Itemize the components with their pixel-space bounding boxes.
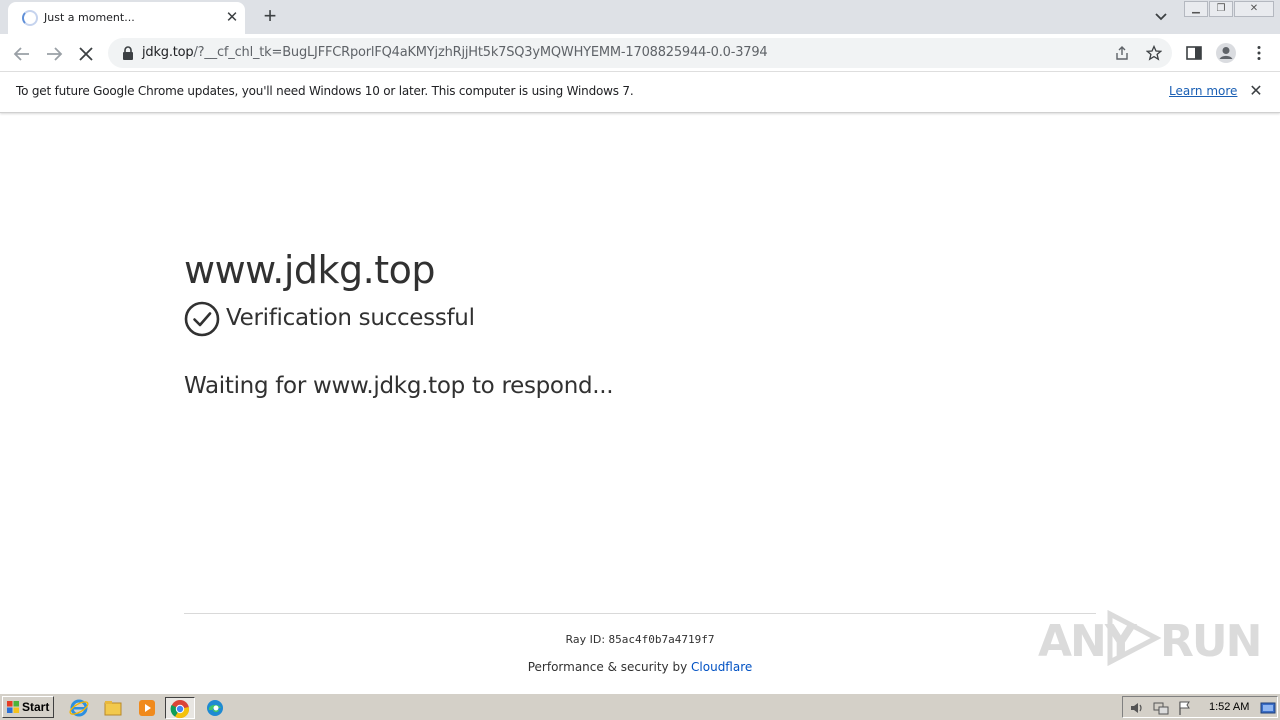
browser-toolbar: jdkg.top/?__cf_chl_tk=BugLJFFCRporlFQ4aK… [0,34,1280,72]
internet-explorer-icon[interactable] [68,697,90,719]
edge-icon[interactable] [204,697,226,719]
tab-strip: Just a moment... ✕ + ▁ ❐ ✕ [0,0,1280,34]
update-infobar: To get future Google Chrome updates, you… [0,72,1280,113]
start-button[interactable]: Start [2,696,54,718]
infobar-close-icon[interactable]: ✕ [1247,83,1265,101]
footer-divider [184,613,1096,614]
url-path: /?__cf_chl_tk=BugLJFFCRporlFQ4aKMYjzhRjj… [193,45,768,60]
checkmark-circle-icon [184,301,220,337]
ray-id-value: 85ac4f0b7a4719f7 [608,633,715,646]
ray-id-label: Ray ID: [565,633,606,646]
address-bar[interactable]: jdkg.top/?__cf_chl_tk=BugLJFFCRporlFQ4aK… [108,38,1172,68]
chrome-icon [170,700,190,719]
url-domain: jdkg.top [142,45,194,60]
close-window-button[interactable]: ✕ [1234,1,1274,17]
anyrun-watermark-logo: ANY RUN [1038,606,1262,670]
media-player-icon[interactable] [136,697,158,719]
learn-more-link[interactable]: Learn more [1169,84,1237,98]
minimize-button[interactable]: ▁ [1184,1,1208,17]
side-panel-icon[interactable] [1185,44,1203,62]
back-icon[interactable] [10,42,34,66]
menu-kebab-icon[interactable] [1250,44,1268,62]
loading-spinner-icon [22,10,38,26]
site-title: www.jdkg.top [184,248,435,292]
system-clock[interactable]: 1:52 AM [1209,701,1249,713]
new-tab-button[interactable]: + [258,4,282,28]
share-icon[interactable] [1114,45,1130,61]
start-label: Start [22,700,50,714]
tab-search-chevron-icon[interactable] [1152,7,1170,25]
infobar-message: To get future Google Chrome updates, you… [16,84,634,98]
forward-icon[interactable] [42,42,66,66]
lock-icon[interactable] [122,46,134,60]
tab-title: Just a moment... [44,11,135,24]
restore-button[interactable]: ❐ [1209,1,1233,17]
watermark-right-text: RUN [1160,616,1262,667]
play-triangle-icon [1107,610,1162,666]
file-explorer-icon[interactable] [102,697,124,719]
bookmark-star-icon[interactable] [1146,45,1162,61]
system-tray: 1:52 AM [1122,696,1278,718]
stop-loading-icon[interactable] [74,42,98,66]
waiting-message: Waiting for www.jdkg.top to respond... [184,373,614,399]
cloudflare-link[interactable]: Cloudflare [691,660,752,674]
windows-taskbar: Start 1:52 AM [0,693,1280,720]
url-text[interactable]: jdkg.top/?__cf_chl_tk=BugLJFFCRporlFQ4aK… [142,45,768,60]
chrome-taskbar-button[interactable] [165,697,195,719]
profile-avatar-icon[interactable] [1215,42,1237,64]
action-center-flag-icon[interactable] [1177,700,1193,716]
volume-icon[interactable] [1129,700,1145,716]
windows-flag-icon [7,701,19,713]
show-desktop-icon[interactable] [1260,700,1276,716]
verification-status: Verification successful [226,305,475,331]
browser-tab[interactable]: Just a moment... ✕ [8,2,245,34]
performance-label: Performance & security by [527,660,688,674]
tab-close-icon[interactable]: ✕ [223,9,241,27]
network-icon[interactable] [1153,700,1169,716]
